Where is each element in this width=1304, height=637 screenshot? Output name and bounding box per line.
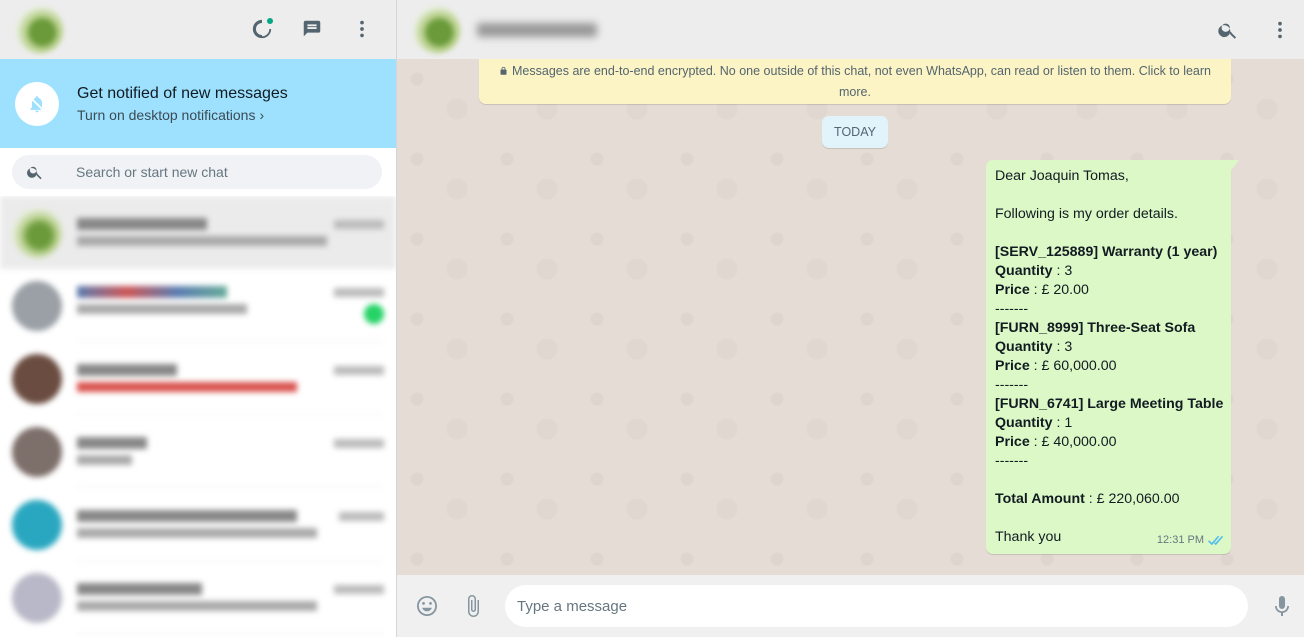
item-price-label: Price bbox=[995, 434, 1030, 450]
enable-notifications-label: Turn on desktop notifications bbox=[77, 106, 256, 123]
item-price: : £ 20.00 bbox=[1029, 282, 1089, 298]
item-separator: ------- bbox=[995, 377, 1029, 393]
new-chat-icon bbox=[303, 20, 321, 37]
chat-avatar bbox=[12, 572, 62, 623]
encryption-notice-text: Messages are end-to-end encrypted. No on… bbox=[512, 63, 1211, 99]
item-qty: : 1 bbox=[1052, 415, 1073, 431]
item-qty-label: Quantity bbox=[995, 339, 1053, 355]
paperclip-icon bbox=[468, 595, 479, 617]
outgoing-message[interactable]: Dear Joaquin Tomas, Following is my orde… bbox=[986, 160, 1239, 554]
whatsapp-web-app: Get notified of new messages Turn on des… bbox=[0, 0, 1304, 637]
item-price: : £ 60,000.00 bbox=[1029, 358, 1117, 374]
status-button[interactable] bbox=[250, 17, 274, 41]
conversation-pane: Messages are end-to-end encrypted. No on… bbox=[397, 0, 1304, 637]
chat-list-item[interactable] bbox=[0, 196, 396, 269]
total-amount: : £ 220,060.00 bbox=[1084, 491, 1180, 507]
item-title: [FURN_6741] Large Meeting Table bbox=[995, 396, 1224, 412]
item-price-label: Price bbox=[995, 282, 1030, 298]
message-time: 12:31 PM bbox=[1156, 534, 1204, 546]
chat-list-item[interactable] bbox=[0, 342, 396, 415]
my-avatar[interactable] bbox=[16, 5, 64, 54]
search-box[interactable] bbox=[12, 155, 382, 189]
chat-list-pane: Get notified of new messages Turn on des… bbox=[0, 0, 397, 637]
contact-avatar[interactable] bbox=[413, 5, 461, 54]
attach-button[interactable] bbox=[461, 594, 485, 618]
chat-list-item[interactable] bbox=[0, 269, 396, 342]
chat-avatar bbox=[12, 353, 62, 404]
notification-bell-off-icon bbox=[15, 81, 59, 126]
item-qty-label: Quantity bbox=[995, 263, 1053, 279]
message-area[interactable]: Messages are end-to-end encrypted. No on… bbox=[397, 59, 1304, 575]
item-qty: : 3 bbox=[1052, 339, 1073, 355]
menu-button[interactable] bbox=[350, 17, 374, 41]
chat-avatar bbox=[12, 426, 62, 477]
chat-list bbox=[0, 196, 396, 637]
item-separator: ------- bbox=[995, 453, 1029, 469]
status-unread-dot bbox=[267, 18, 273, 24]
menu-icon bbox=[1278, 21, 1282, 39]
enable-notifications-link[interactable]: Turn on desktop notifications › bbox=[77, 107, 288, 123]
search-icon bbox=[27, 166, 42, 180]
search-icon bbox=[1218, 23, 1237, 39]
chat-list-item[interactable] bbox=[0, 415, 396, 488]
voice-message-button[interactable] bbox=[1270, 594, 1294, 618]
double-check-read-icon bbox=[1208, 535, 1223, 546]
chevron-right-icon: › bbox=[259, 106, 265, 123]
date-divider: TODAY bbox=[822, 116, 888, 148]
item-title: [SERV_125889] Warranty (1 year) bbox=[995, 244, 1218, 260]
message-input-box[interactable] bbox=[505, 585, 1248, 627]
conversation-menu-button[interactable] bbox=[1268, 18, 1292, 42]
search-messages-button[interactable] bbox=[1216, 18, 1240, 42]
item-price: : £ 40,000.00 bbox=[1029, 434, 1117, 450]
chat-avatar bbox=[12, 207, 62, 258]
message-input[interactable] bbox=[517, 597, 1236, 615]
item-qty: : 3 bbox=[1052, 263, 1073, 279]
chat-avatar bbox=[12, 280, 62, 331]
total-label: Total Amount bbox=[995, 491, 1085, 507]
message-intro: Following is my order details. bbox=[995, 206, 1178, 222]
chat-list-item[interactable] bbox=[0, 488, 396, 561]
emoji-button[interactable] bbox=[415, 594, 439, 618]
contact-name bbox=[477, 22, 597, 37]
item-price-label: Price bbox=[995, 358, 1030, 374]
conversation-header-actions bbox=[1216, 18, 1292, 42]
message-composer bbox=[397, 575, 1304, 637]
item-qty-label: Quantity bbox=[995, 415, 1053, 431]
unread-badge bbox=[364, 304, 384, 324]
notification-banner: Get notified of new messages Turn on des… bbox=[0, 59, 396, 148]
message-meta: 12:31 PM bbox=[1157, 531, 1223, 550]
item-separator: ------- bbox=[995, 301, 1029, 317]
item-title: [FURN_8999] Three-Seat Sofa bbox=[995, 320, 1196, 336]
microphone-icon bbox=[1275, 596, 1289, 616]
search-bar bbox=[0, 148, 396, 196]
left-header-actions bbox=[250, 17, 374, 41]
encryption-notice[interactable]: Messages are end-to-end encrypted. No on… bbox=[479, 59, 1231, 104]
left-header bbox=[0, 0, 396, 59]
menu-icon bbox=[360, 20, 364, 38]
lock-icon bbox=[500, 66, 507, 75]
chat-avatar bbox=[12, 499, 62, 550]
message-greeting: Dear Joaquin Tomas, bbox=[995, 168, 1129, 184]
search-input[interactable] bbox=[76, 164, 336, 180]
emoji-icon bbox=[417, 596, 437, 616]
notification-title: Get notified of new messages bbox=[77, 84, 288, 102]
chat-list-item[interactable] bbox=[0, 561, 396, 634]
conversation-header[interactable] bbox=[397, 0, 1304, 59]
new-chat-button[interactable] bbox=[300, 17, 324, 41]
